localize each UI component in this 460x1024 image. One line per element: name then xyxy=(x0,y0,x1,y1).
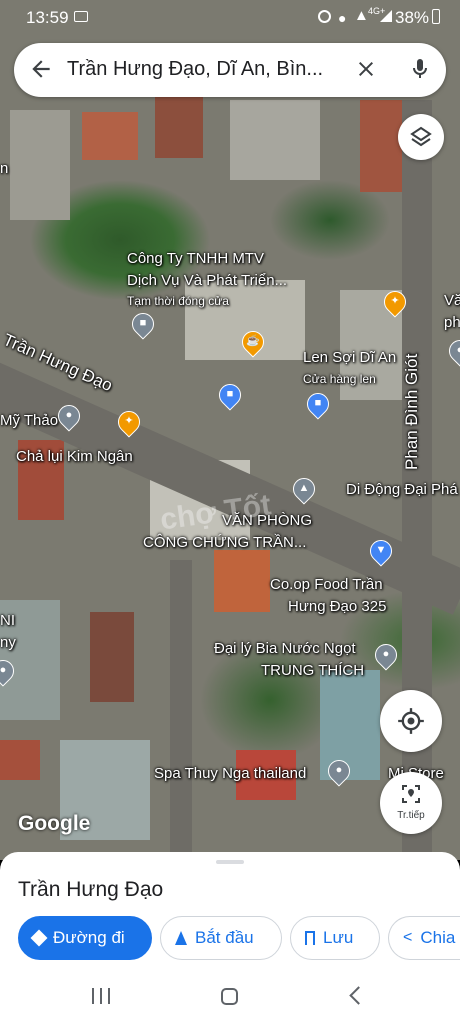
rooftop xyxy=(10,110,70,220)
google-watermark: Google xyxy=(18,812,91,835)
start-label: Bắt đầu xyxy=(195,928,254,947)
edge-label: ph xyxy=(444,314,460,331)
recent-apps-icon[interactable] xyxy=(92,988,110,1004)
layers-button[interactable] xyxy=(398,114,444,160)
search-bar[interactable]: Trần Hưng Đạo, Dĩ An, Bìn... xyxy=(14,43,446,97)
back-arrow-icon[interactable] xyxy=(28,56,54,82)
status-bar: 13:59 ● ▲ 4G+ 38% xyxy=(0,0,460,34)
navigate-button[interactable]: Tr.tiếp xyxy=(380,772,442,834)
rooftop xyxy=(90,612,134,702)
crosshair-icon xyxy=(397,707,425,740)
share-button[interactable]: < Chia xyxy=(388,916,460,960)
alarm-icon xyxy=(318,10,331,23)
rooftop xyxy=(82,112,138,160)
shopping-bag-pin-icon[interactable]: ■ xyxy=(214,379,246,411)
recent-apps-bar xyxy=(100,988,102,1004)
directions-button[interactable]: Đường đi xyxy=(18,916,152,960)
sheet-title: Trần Hưng Đạo xyxy=(18,878,164,901)
rooftop xyxy=(0,740,40,780)
navigation-pin-icon xyxy=(399,782,423,811)
place-label-di-dong[interactable]: Di Động Đại Phá xyxy=(346,481,458,498)
place-label-coop-food[interactable]: Co.op Food Trần xyxy=(270,576,383,593)
microphone-icon[interactable] xyxy=(408,56,432,82)
edge-label: Vă xyxy=(444,292,460,309)
rooftop xyxy=(230,100,320,180)
home-icon[interactable] xyxy=(221,988,238,1005)
edge-label: ny xyxy=(0,634,16,651)
wifi-icon: ▲ xyxy=(354,7,369,24)
place-note-len-soi: Cửa hàng len xyxy=(303,372,376,386)
share-icon: < xyxy=(403,929,413,946)
location-icon: ● xyxy=(338,10,347,26)
place-note-cong-ty: Tạm thời đóng cửa xyxy=(127,294,229,308)
directions-label: Đường đi xyxy=(53,928,125,947)
clear-icon[interactable] xyxy=(354,57,378,81)
edge-label: n xyxy=(0,160,9,177)
search-query[interactable]: Trần Hưng Đạo, Dĩ An, Bìn... xyxy=(67,58,323,81)
system-nav-bar xyxy=(0,972,460,1024)
status-time: 13:59 xyxy=(26,8,69,27)
street-label-phan-dinh-giot: Phan Đình Giót xyxy=(402,353,421,470)
navigation-arrow-icon xyxy=(175,931,187,945)
place-label-len-soi[interactable]: Len Sợi Dĩ An xyxy=(303,349,396,366)
layers-icon xyxy=(409,125,433,154)
shopping-bag-pin-icon[interactable]: ■ xyxy=(302,388,334,420)
shopping-bag-pin-icon[interactable]: ■ xyxy=(127,308,159,340)
back-icon[interactable] xyxy=(349,986,368,1005)
road-side xyxy=(170,560,192,860)
drag-handle[interactable] xyxy=(216,860,244,864)
navigate-label: Tr.tiếp xyxy=(397,810,425,821)
place-label-spa[interactable]: Spa Thuy Nga thailand xyxy=(154,765,306,782)
save-button[interactable]: Lưu xyxy=(290,916,380,960)
gallery-icon xyxy=(74,11,88,22)
save-label: Lưu xyxy=(323,928,354,947)
place-label-dai-ly-bia-line2[interactable]: TRUNG THÍCH xyxy=(261,662,364,679)
edge-label: NI xyxy=(0,612,15,629)
rooftop xyxy=(214,550,270,612)
bookmark-icon xyxy=(305,931,315,945)
rooftop xyxy=(155,96,203,158)
start-button[interactable]: Bắt đầu xyxy=(160,916,282,960)
battery-percent: 38% xyxy=(395,8,430,27)
share-label: Chia xyxy=(420,928,456,947)
place-label-cong-ty-line2[interactable]: Dịch Vụ Và Phát Triển... xyxy=(127,272,287,289)
place-label-my-thao[interactable]: Mỹ Thảo xyxy=(0,412,58,429)
signal-icon xyxy=(380,10,392,22)
place-label-cha-lui[interactable]: Chả lụi Kim Ngân xyxy=(16,448,133,465)
my-location-button[interactable] xyxy=(380,690,442,752)
place-label-cong-ty[interactable]: Công Ty TNHH MTV xyxy=(127,250,264,267)
directions-icon xyxy=(30,929,48,947)
battery-icon xyxy=(432,9,440,24)
place-pin-icon[interactable]: ● xyxy=(370,639,402,671)
place-label-dai-ly-bia[interactable]: Đại lý Bia Nước Ngọt xyxy=(214,640,356,657)
place-label-coop-food-line2[interactable]: Hưng Đạo 325 xyxy=(288,598,386,615)
place-pin-icon[interactable]: ● xyxy=(444,335,460,367)
